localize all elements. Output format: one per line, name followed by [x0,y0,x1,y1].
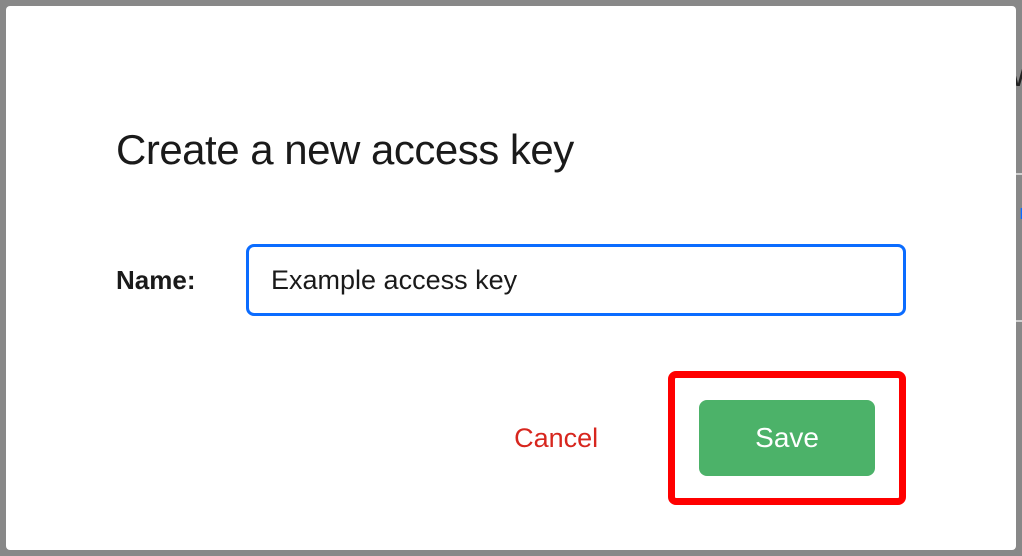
modal-title: Create a new access key [116,126,906,174]
modal-actions: Cancel Save [116,371,906,505]
save-button[interactable]: Save [699,400,875,476]
create-access-key-modal: Create a new access key Name: Cancel Sav… [6,6,1016,550]
name-label: Name: [116,265,206,296]
cancel-button[interactable]: Cancel [514,423,598,454]
name-input[interactable] [246,244,906,316]
name-form-row: Name: [116,244,906,316]
save-button-highlight: Save [668,371,906,505]
